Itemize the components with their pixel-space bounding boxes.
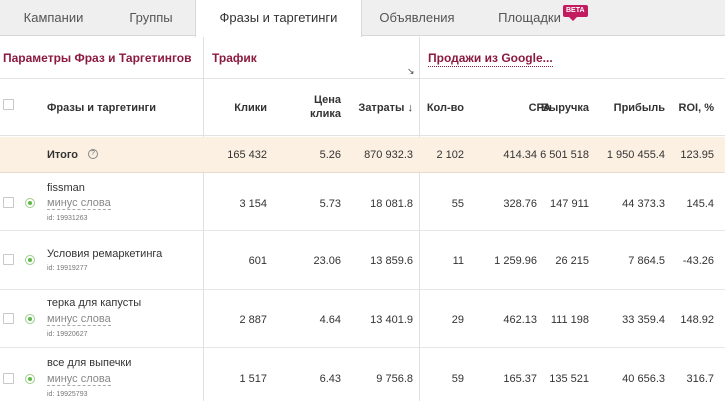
total-roi: 123.95 bbox=[680, 149, 714, 161]
row-clicks: 1 517 bbox=[239, 373, 267, 385]
row-revenue: 26 215 bbox=[555, 255, 589, 267]
total-clicks: 165 432 bbox=[227, 149, 267, 161]
row-revenue: 111 198 bbox=[550, 314, 589, 326]
row-id: id: 19925793 bbox=[47, 391, 88, 398]
row-clicks: 2 887 bbox=[239, 314, 267, 326]
group-params-title: Параметры Фраз и Таргетингов bbox=[3, 51, 192, 65]
col-clicks[interactable]: Клики bbox=[234, 101, 267, 115]
total-price: 5.26 bbox=[319, 149, 341, 161]
col-price-per-click[interactable]: Цена клика bbox=[291, 93, 341, 121]
row-checkbox[interactable] bbox=[3, 254, 14, 265]
status-active-icon bbox=[25, 255, 35, 265]
negative-keywords-link[interactable]: минус слова bbox=[47, 373, 111, 386]
row-cost: 9 756.8 bbox=[376, 373, 413, 385]
col-roi[interactable]: ROI, % bbox=[679, 101, 714, 115]
col-phrases[interactable]: Фразы и таргетинги bbox=[47, 101, 156, 115]
row-cpa: 165.37 bbox=[503, 373, 537, 385]
col-price-line2: клика bbox=[309, 108, 341, 120]
table-row[interactable]: Условия ремаркетинга id: 19919277 601 23… bbox=[0, 232, 725, 290]
row-profit: 33 359.4 bbox=[622, 314, 665, 326]
total-cost: 870 932.3 bbox=[364, 149, 413, 161]
total-cpa: 414.34 bbox=[503, 149, 537, 161]
tab-groups[interactable]: Группы bbox=[107, 0, 195, 36]
row-count: 55 bbox=[451, 198, 464, 210]
sort-down-arrow-icon: ↓ bbox=[407, 102, 414, 114]
row-price: 6.43 bbox=[319, 373, 341, 385]
row-count: 11 bbox=[452, 255, 464, 267]
tab-campaigns[interactable]: Кампании bbox=[0, 0, 107, 36]
row-clicks: 601 bbox=[248, 255, 267, 267]
status-active-icon bbox=[25, 314, 35, 324]
table-row[interactable]: все для выпечки минус слова id: 19925793… bbox=[0, 349, 725, 401]
col-cost-label: Затраты bbox=[358, 102, 405, 114]
tab-bar: Кампании Группы Фразы и таргетинги Объяв… bbox=[0, 0, 725, 37]
row-checkbox[interactable] bbox=[3, 373, 14, 384]
column-header-row: Фразы и таргетинги Клики Цена клика Затр… bbox=[0, 80, 725, 136]
tab-phrases-targeting[interactable]: Фразы и таргетинги bbox=[195, 0, 362, 37]
row-cost: 18 081.8 bbox=[370, 198, 413, 210]
row-id: id: 19919277 bbox=[47, 265, 88, 272]
select-all-checkbox[interactable] bbox=[3, 99, 14, 110]
row-phrase[interactable]: Условия ремаркетинга bbox=[47, 248, 162, 260]
total-row: Итого ? 165 432 5.26 870 932.3 2 102 414… bbox=[0, 137, 725, 173]
row-price: 23.06 bbox=[313, 255, 341, 267]
total-profit: 1 950 455.4 bbox=[606, 149, 665, 161]
row-roi: 148.92 bbox=[680, 314, 714, 326]
row-profit: 40 656.3 bbox=[622, 373, 665, 385]
negative-keywords-link[interactable]: минус слова bbox=[47, 197, 111, 210]
total-count: 2 102 bbox=[436, 149, 464, 161]
row-cpa: 328.76 bbox=[503, 198, 537, 210]
negative-keywords-link[interactable]: минус слова bbox=[47, 313, 111, 326]
row-id: id: 19931263 bbox=[47, 215, 88, 222]
group-traffic-title: Трафик bbox=[212, 51, 257, 65]
help-icon[interactable]: ? bbox=[88, 149, 98, 159]
row-profit: 44 373.3 bbox=[622, 198, 665, 210]
tab-ads[interactable]: Объявления bbox=[362, 0, 472, 36]
row-roi: -43.26 bbox=[682, 255, 714, 267]
row-phrase[interactable]: терка для капусты bbox=[47, 297, 141, 309]
row-id: id: 19920627 bbox=[47, 331, 88, 338]
row-profit: 7 864.5 bbox=[628, 255, 665, 267]
group-sales-link[interactable]: Продажи из Google... bbox=[428, 51, 553, 67]
col-price-line1: Цена bbox=[313, 94, 341, 106]
status-active-icon bbox=[25, 198, 35, 208]
col-cost[interactable]: Затраты ↓ bbox=[358, 101, 413, 115]
row-roi: 316.7 bbox=[686, 373, 714, 385]
status-active-icon bbox=[25, 374, 35, 384]
row-checkbox[interactable] bbox=[3, 197, 14, 208]
row-cost: 13 859.6 bbox=[370, 255, 413, 267]
row-count: 29 bbox=[451, 314, 464, 326]
row-revenue: 135 521 bbox=[549, 373, 589, 385]
row-cpa: 1 259.96 bbox=[494, 255, 537, 267]
total-label: Итого bbox=[47, 149, 79, 161]
row-price: 5.73 bbox=[319, 198, 341, 210]
row-phrase[interactable]: fissman bbox=[47, 182, 85, 194]
table-row[interactable]: fissman минус слова id: 19931263 3 154 5… bbox=[0, 174, 725, 231]
row-clicks: 3 154 bbox=[239, 198, 267, 210]
row-count: 59 bbox=[451, 373, 464, 385]
row-revenue: 147 911 bbox=[550, 198, 589, 210]
col-profit[interactable]: Прибыль bbox=[614, 101, 665, 115]
table-row[interactable]: терка для капусты минус слова id: 199206… bbox=[0, 291, 725, 348]
expand-arrow-icon[interactable]: ↘ bbox=[407, 66, 415, 77]
row-phrase[interactable]: все для выпечки bbox=[47, 357, 131, 369]
beta-badge: BETA bbox=[563, 5, 588, 21]
row-cost: 13 401.9 bbox=[370, 314, 413, 326]
row-cpa: 462.13 bbox=[503, 314, 537, 326]
row-roi: 145.4 bbox=[686, 198, 714, 210]
col-revenue[interactable]: Выручка bbox=[541, 101, 589, 115]
total-revenue: 6 501 518 bbox=[540, 149, 589, 161]
row-checkbox[interactable] bbox=[3, 313, 14, 324]
col-count[interactable]: Кол-во bbox=[427, 101, 464, 115]
row-price: 4.64 bbox=[319, 314, 341, 326]
